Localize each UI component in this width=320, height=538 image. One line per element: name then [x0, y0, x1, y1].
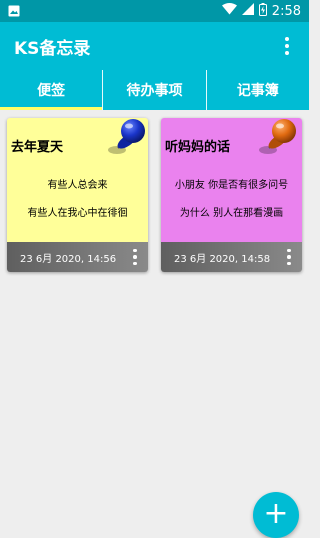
tab-notebook[interactable]: 记事簿: [205, 70, 309, 110]
signal-icon: [241, 3, 254, 19]
note-more-icon[interactable]: [130, 246, 140, 268]
pushpin-icon: [259, 119, 296, 154]
image-icon: [8, 2, 20, 21]
note-more-icon[interactable]: [284, 246, 294, 268]
wifi-icon: [221, 3, 237, 19]
tab-todo-label: 待办事项: [126, 83, 183, 99]
tab-notebook-label: 记事簿: [236, 83, 279, 99]
add-note-button[interactable]: +: [253, 492, 299, 538]
pushpin-icon: [108, 119, 145, 154]
note-date: 23 6月 2020, 14:58: [174, 253, 271, 265]
app-bar: KS备忘录: [0, 22, 309, 70]
status-right: 2:58: [221, 2, 301, 20]
app-title: KS备忘录: [14, 38, 91, 59]
tab-todo[interactable]: 待办事项: [102, 70, 205, 110]
note-line: 为什么 别人在那看漫画: [179, 208, 284, 219]
tab-notes-label: 便签: [37, 83, 66, 99]
status-left: [8, 2, 20, 21]
tab-notes[interactable]: 便签: [0, 70, 103, 110]
battery-icon: [258, 2, 267, 20]
note-card[interactable]: 听妈妈的话 小朋友 你是否有很多问号 为什么 别人在那看漫画 23 6月 202…: [161, 118, 302, 272]
note-line: 有些人总会来: [47, 180, 108, 191]
status-time: 2:58: [271, 3, 301, 19]
add-icon: +: [263, 496, 289, 531]
note-footer: 23 6月 2020, 14:56: [7, 242, 148, 272]
note-line: 有些人在我心中在徘徊: [27, 208, 128, 219]
note-title: 去年夏天: [11, 140, 64, 155]
tab-bar: 便签 待办事项 记事簿: [0, 70, 309, 110]
status-bar: 2:58: [0, 0, 309, 22]
note-date: 23 6月 2020, 14:56: [20, 253, 117, 265]
note-title: 听妈妈的话: [165, 140, 231, 155]
more-vert-icon[interactable]: [277, 32, 297, 60]
note-footer: 23 6月 2020, 14:58: [161, 242, 302, 272]
note-card[interactable]: 去年夏天 有些人总会来 有些人在我心中在徘徊 23 6月 2020, 14:56: [7, 118, 148, 272]
note-line: 小朋友 你是否有很多问号: [174, 180, 289, 191]
